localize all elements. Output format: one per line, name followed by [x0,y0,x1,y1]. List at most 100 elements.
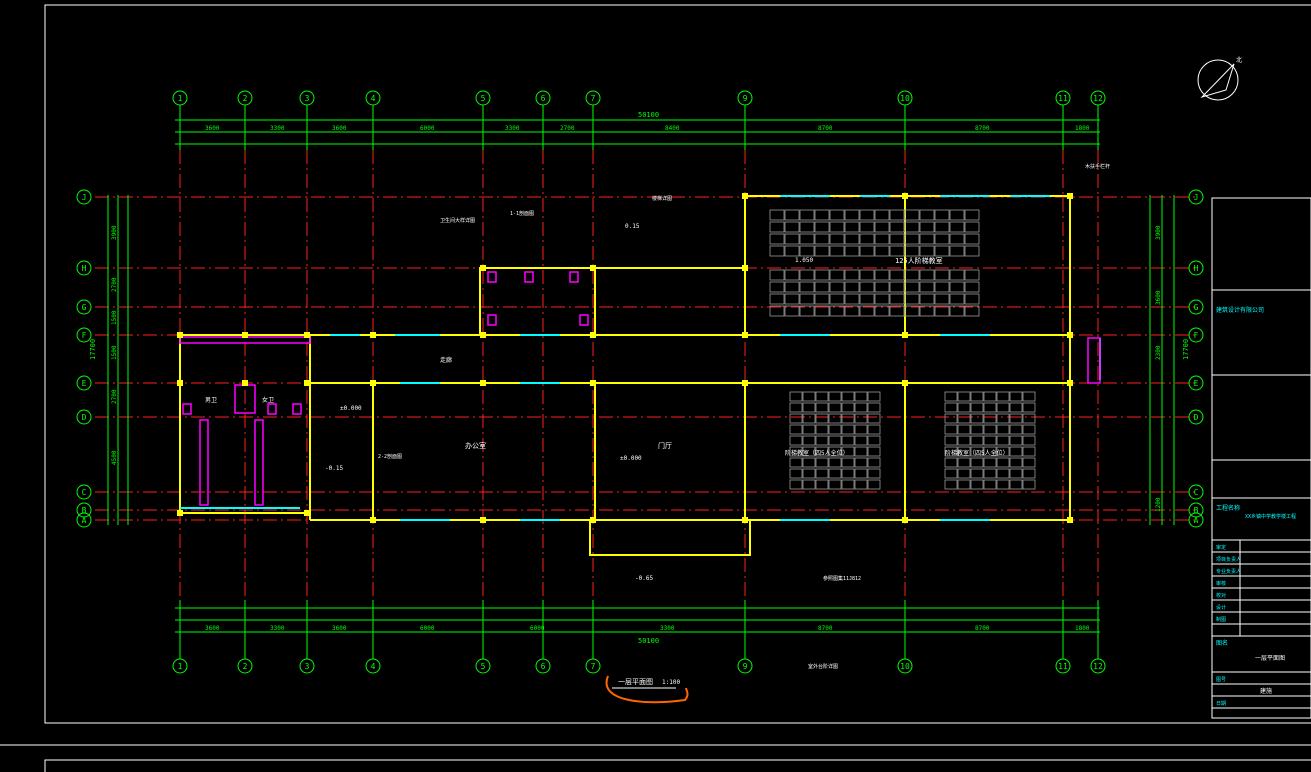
seat-top-a-2-3 [814,233,830,245]
seat-top-a-0-0 [769,209,785,221]
axis-col-bottom-3: 4 [365,658,381,674]
seat-br-0-3 [983,391,997,402]
seat-top-b-1-10 [919,281,935,293]
axis-col-top-6-label: 7 [591,94,596,103]
seat-br-1-3 [983,402,997,413]
seat-br-8-3 [983,479,997,490]
axis-row-left-6: C [76,484,92,500]
seat-bl-0-3 [828,391,842,402]
seat-bl-2-5 [854,413,868,424]
seat-bl-1-1 [802,402,816,413]
axis-row-right-8: A [1188,512,1204,528]
seat-bl-2-1 [802,413,816,424]
axis-col-bottom-2: 3 [299,658,315,674]
axis-row-right-4: E [1188,375,1204,391]
seat-top-a-3-8 [889,245,905,257]
seat-br-4-3 [983,435,997,446]
seat-br-8-0 [944,479,958,490]
seat-top-a-0-10 [919,209,935,221]
axis-col-top-10: 12 [1090,90,1106,106]
seat-br-6-5 [1009,457,1023,468]
seat-bl-4-5 [854,435,868,446]
column-15 [742,380,748,386]
seat-br-4-5 [1009,435,1023,446]
elevation-6: ±0.000 [340,405,362,412]
seat-bl-2-0 [789,413,803,424]
axis-col-bottom-10: 12 [1090,658,1106,674]
cad-floor-plan: 1122334455667799101011111212J JH HG GF FE ED D… [0,4,1311,772]
axis-row-left-2-label: G [82,303,87,312]
seat-top-a-1-7 [874,221,890,233]
top-dims: 3600 3300 3600 6000 3300 2700 8400 8700 … [205,125,1090,132]
axis-row-right-0-label: J [1194,193,1199,202]
seat-top-a-0-5 [844,209,860,221]
seat-top-b-2-5 [844,293,860,305]
note-steps: 室外台阶详图 [808,663,838,670]
axis-row-left-3-label: F [82,331,87,340]
column-6 [742,332,748,338]
axis-col-bottom-5: 6 [535,658,551,674]
room-label-hall: 门厅 [658,441,672,450]
seat-br-4-2 [970,435,984,446]
top-dim-7: 8700 [818,125,833,132]
title-block-sheet-no: 建施 [1260,687,1272,695]
axis-col-top-6: 7 [585,90,601,106]
seat-bl-2-2 [815,413,829,424]
seat-bl-6-4 [841,457,855,468]
seat-top-a-1-0 [769,221,785,233]
seat-top-a-3-1 [784,245,800,257]
axis-col-top-5: 6 [535,90,551,106]
gridlines [95,150,1195,600]
seat-br-7-0 [944,468,958,479]
axis-col-bottom-0-label: 1 [178,662,183,671]
seat-top-a-3-9 [904,245,920,257]
bottom-dim-2: 3600 [332,625,347,632]
seat-br-0-6 [1022,391,1036,402]
seat-top-a-2-10 [919,233,935,245]
seat-br-1-0 [944,402,958,413]
seat-bl-6-2 [815,457,829,468]
seat-top-a-2-5 [844,233,860,245]
seat-br-8-5 [1009,479,1023,490]
column-17 [1067,380,1073,386]
seat-top-b-1-11 [934,281,950,293]
seat-top-a-1-13 [964,221,980,233]
axis-col-top-7: 9 [737,90,753,106]
seat-br-8-6 [1022,479,1036,490]
seat-br-6-4 [996,457,1010,468]
title-block-row-6: 制图 [1216,616,1226,623]
seat-br-0-4 [996,391,1010,402]
column-20 [370,517,376,523]
elevation-4: -0.65 [635,575,653,582]
note-toilet: 卫生间大样详图 [440,217,475,224]
seat-br-7-3 [983,468,997,479]
axis-col-bottom-4-label: 5 [481,662,486,671]
seat-bl-2-6 [867,413,881,424]
left-dim-1: 2700 [111,277,118,292]
seat-top-b-1-3 [814,281,830,293]
seat-top-b-2-9 [904,293,920,305]
seat-br-4-0 [944,435,958,446]
seat-top-b-1-4 [829,281,845,293]
seat-bl-8-5 [854,479,868,490]
column-11 [304,380,310,386]
axis-col-top-9-label: 11 [1058,94,1068,103]
seat-top-a-2-7 [874,233,890,245]
seat-top-a-1-10 [919,221,935,233]
seat-top-a-1-11 [934,221,950,233]
column-16 [902,380,908,386]
column-18 [177,510,183,516]
column-27 [902,193,908,199]
seat-top-a-3-4 [829,245,845,257]
bottom-dim-1: 3300 [270,625,285,632]
seat-br-1-1 [957,402,971,413]
seat-bl-8-0 [789,479,803,490]
seat-bl-0-5 [854,391,868,402]
seat-br-0-5 [1009,391,1023,402]
title-block-drawing-name: 一层平面图 [1255,655,1285,662]
seat-bl-0-1 [802,391,816,402]
axis-col-top-8-label: 10 [900,94,910,103]
seat-bl-8-6 [867,479,881,490]
seat-bl-0-0 [789,391,803,402]
axis-col-top-10-label: 12 [1093,94,1103,103]
